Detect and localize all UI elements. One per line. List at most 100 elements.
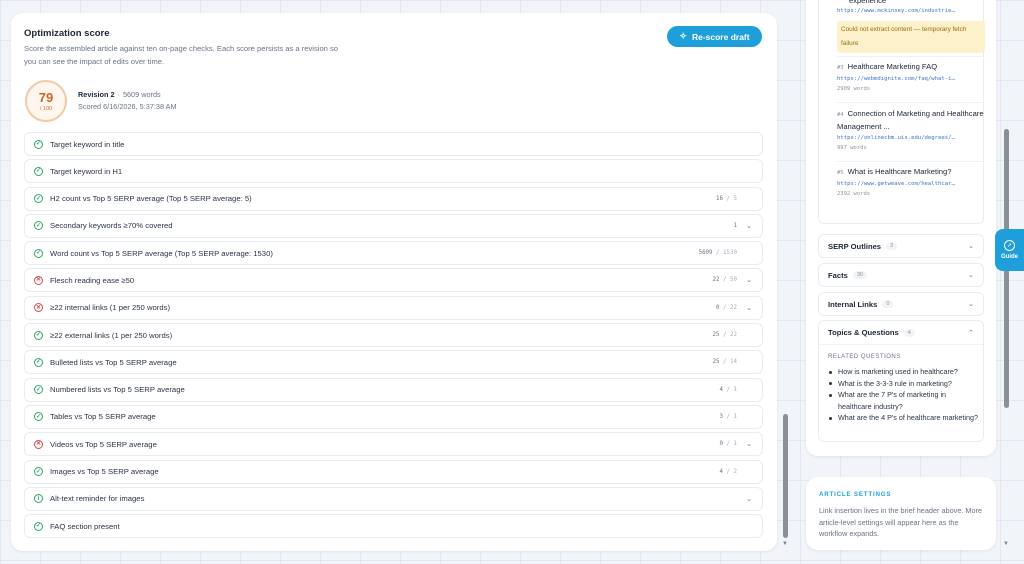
- accordion-count-badge: 4: [903, 328, 915, 337]
- check-row: ✓ Images vs Top 5 SERP average 4 / 2: [24, 459, 763, 484]
- chevron-down-icon[interactable]: ⌄: [745, 222, 753, 230]
- facts-accordion[interactable]: Facts 30 ⌄: [818, 263, 984, 287]
- internal-links-accordion[interactable]: Internal Links 0 ⌄: [818, 292, 984, 316]
- revision-label: Revision 2: [78, 90, 115, 99]
- check-circle-icon: ✓: [34, 194, 43, 204]
- info-icon: i: [34, 494, 43, 504]
- source-item[interactable]: #5 What is Healthcare Marketing? https://…: [837, 166, 985, 197]
- check-row: ✓ FAQ section present: [24, 514, 763, 539]
- score-ring: 79 / 100: [25, 80, 67, 122]
- check-label: Numbered lists vs Top 5 SERP average: [50, 385, 185, 395]
- check-circle-icon: ✓: [34, 521, 43, 531]
- check-row: ✓ Word count vs Top 5 SERP average (Top 5…: [24, 241, 763, 266]
- source-url[interactable]: https://www.getweave.com/healthcar…: [837, 181, 985, 187]
- check-label: Secondary keywords ≥70% covered: [50, 221, 173, 231]
- accordion-count-badge: 30: [852, 271, 867, 279]
- panel-scrollbar[interactable]: ▼: [1003, 0, 1009, 552]
- optimization-description: Score the assembled article against ten …: [24, 44, 339, 66]
- serp-outlines-accordion[interactable]: SERP Outlines 3 ⌄: [818, 234, 984, 258]
- check-value: 22 / 50: [712, 277, 737, 284]
- chevron-down-icon: ⌄: [968, 243, 974, 250]
- check-label: ≥22 external links (1 per 250 words): [50, 330, 173, 340]
- check-label: Bulleted lists vs Top 5 SERP average: [50, 357, 177, 367]
- check-circle-icon: ✓: [34, 357, 43, 367]
- source-word-count: 2909 words: [837, 86, 871, 92]
- fail-icon: ✕: [34, 303, 43, 313]
- sources-list: experience https://www.mckinsey.com/indu…: [818, 0, 985, 224]
- check-row[interactable]: ✕ Videos vs Top 5 SERP average 0 / 1 ⌄: [24, 432, 763, 457]
- check-row[interactable]: ✕ Flesch reading ease ≥50 22 / 50 ⌄: [24, 268, 763, 293]
- check-row: ✓ H2 count vs Top 5 SERP average (Top 5 S…: [24, 186, 763, 211]
- score-max: / 100: [39, 105, 53, 112]
- check-label: Flesch reading ease ≥50: [50, 275, 135, 285]
- check-value: 25 / 22: [712, 332, 737, 339]
- scroll-down-arrow-icon[interactable]: ▼: [782, 541, 788, 547]
- article-settings-title: ARTICLE SETTINGS: [819, 491, 892, 498]
- source-item[interactable]: #3 Healthcare Marketing FAQ https://webmd…: [837, 61, 985, 92]
- accordion-label: Facts: [828, 270, 848, 280]
- check-row[interactable]: ✕ ≥22 internal links (1 per 250 words) 0 /…: [24, 295, 763, 320]
- main-scrollbar[interactable]: ▼: [782, 0, 788, 552]
- related-question-item: How is marketing used in healthcare?: [828, 366, 980, 378]
- source-title: #4 Connection of Marketing and Healthcare…: [837, 109, 984, 131]
- check-label: ≥22 internal links (1 per 250 words): [50, 303, 171, 313]
- related-questions-list: How is marketing used in healthcare? What…: [828, 366, 980, 424]
- source-title: experience: [849, 0, 887, 5]
- source-url[interactable]: https://www.mckinsey.com/industrie…: [837, 8, 985, 14]
- check-value: 25 / 14: [712, 359, 737, 366]
- check-label: Videos vs Top 5 SERP average: [50, 439, 157, 449]
- chevron-down-icon[interactable]: ⌄: [745, 440, 753, 448]
- source-url[interactable]: https://onlinecbm.uis.edu/degrees/…: [837, 135, 985, 141]
- source-title: #3 Healthcare Marketing FAQ: [837, 62, 938, 71]
- topics-questions-panel: Topics & Questions 4 ⌃ RELATED QUESTIONS…: [818, 320, 984, 442]
- check-circle-icon: ✓: [34, 221, 43, 231]
- main-scrollbar-thumb[interactable]: [783, 414, 788, 538]
- check-label: Word count vs Top 5 SERP average (Top 5 …: [50, 248, 273, 258]
- accordion-count-badge: 3: [886, 242, 898, 250]
- check-circle-icon: ✓: [34, 467, 43, 477]
- optimization-title: Optimization score: [24, 28, 110, 39]
- sparkle-icon: ✧: [679, 31, 687, 41]
- check-label: Target keyword in H1: [50, 166, 123, 176]
- fetch-warning: Could not extract content — temporary fe…: [837, 21, 985, 53]
- divider: [837, 102, 985, 103]
- check-value: 5609 / 1530: [698, 250, 737, 257]
- source-word-count: 997 words: [837, 145, 867, 151]
- chevron-down-icon[interactable]: ⌄: [745, 276, 753, 284]
- scored-timestamp: Scored 6/16/2026, 5:37:38 AM: [78, 102, 177, 111]
- source-url[interactable]: https://webmdignite.com/faq/what-i…: [837, 76, 985, 82]
- source-item[interactable]: #4 Connection of Marketing and Healthcare…: [837, 108, 985, 151]
- check-row[interactable]: ✓ Secondary keywords ≥70% covered 1 ⌄: [24, 213, 763, 238]
- rescore-draft-button[interactable]: ✧ Re-score draft: [667, 26, 762, 47]
- chevron-down-icon[interactable]: ⌄: [745, 495, 753, 503]
- check-label: FAQ section present: [50, 521, 120, 531]
- check-value: 4 / 2: [719, 468, 737, 475]
- check-circle-icon: ✓: [34, 248, 43, 258]
- check-value: 0 / 22: [716, 304, 737, 311]
- scroll-down-arrow-icon[interactable]: ▼: [1003, 541, 1009, 547]
- check-value: 16 / 5: [716, 195, 737, 202]
- related-questions-heading: RELATED QUESTIONS: [828, 354, 901, 360]
- check-row: ✓ Bulleted lists vs Top 5 SERP average 25 …: [24, 350, 763, 375]
- chevron-up-icon: ⌃: [968, 329, 974, 337]
- check-label: Target keyword in title: [50, 139, 125, 149]
- check-value: 1: [733, 222, 738, 229]
- chevron-down-icon[interactable]: ⌄: [745, 304, 753, 312]
- check-label: Alt-text reminder for images: [50, 494, 145, 504]
- accordion-count-badge: 0: [882, 300, 894, 308]
- check-circle-icon: ✓: [34, 385, 43, 395]
- related-question-item: What is the 3-3-3 rule in marketing?: [828, 378, 980, 390]
- optimization-score-card: Optimization score Score the assembled a…: [11, 13, 777, 551]
- guide-button[interactable]: ➚ Guide: [995, 229, 1024, 271]
- check-circle-icon: ✓: [34, 330, 43, 340]
- accordion-label: Internal Links: [828, 299, 878, 309]
- accordion-label: Topics & Questions: [828, 328, 899, 337]
- fail-icon: ✕: [34, 275, 43, 285]
- check-row: ✓ Numbered lists vs Top 5 SERP average 4 /…: [24, 377, 763, 402]
- check-row[interactable]: i Alt-text reminder for images ⌄: [24, 486, 763, 511]
- fail-icon: ✕: [34, 439, 43, 449]
- divider: [837, 161, 985, 162]
- source-item[interactable]: experience https://www.mckinsey.com/indu…: [837, 0, 985, 53]
- check-row: ✓ ≥22 external links (1 per 250 words) 25 …: [24, 323, 763, 348]
- topics-questions-accordion[interactable]: Topics & Questions 4 ⌃: [819, 321, 983, 345]
